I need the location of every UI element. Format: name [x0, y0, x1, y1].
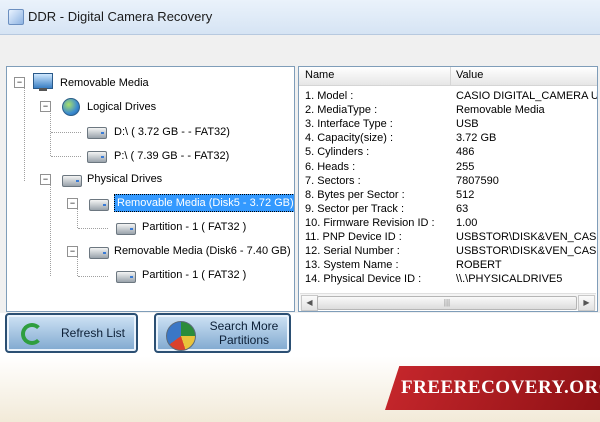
table-row[interactable]: 7. Sectors : 7807590 — [299, 174, 597, 188]
tree-node-logical-drives[interactable]: Logical Drives — [87, 99, 156, 115]
property-value: USB — [456, 118, 479, 131]
drive-icon — [89, 199, 109, 211]
property-value: USBSTOR\DISK&VEN_CASIO& — [456, 245, 597, 258]
property-value: ROBERT — [456, 259, 502, 272]
table-row[interactable]: 11. PNP Device ID : USBSTOR\DISK&VEN_CASI… — [299, 230, 597, 244]
scroll-right-button[interactable]: ▶ — [578, 295, 595, 311]
property-name: 9. Sector per Track : — [305, 202, 405, 215]
tree-line — [24, 86, 25, 181]
tree-node-disk5[interactable]: Removable Media (Disk5 - 3.72 GB) — [114, 194, 294, 212]
property-value: 63 — [456, 202, 469, 215]
column-divider[interactable] — [450, 67, 451, 85]
table-row[interactable]: 10. Firmware Revision ID : 1.00 — [299, 216, 597, 230]
table-row[interactable]: 2. MediaType : Removable Media — [299, 103, 597, 117]
collapse-toggle[interactable]: − — [67, 198, 78, 209]
tree-line — [78, 228, 108, 229]
collapse-toggle[interactable]: − — [40, 101, 51, 112]
search-more-partitions-button[interactable]: Search More Partitions — [154, 313, 291, 353]
table-row[interactable]: 12. Serial Number : USBSTOR\DISK&VEN_CASI… — [299, 244, 597, 258]
scroll-left-button[interactable]: ◀ — [301, 295, 318, 311]
refresh-icon — [21, 323, 43, 345]
collapse-toggle[interactable]: − — [67, 246, 78, 257]
property-name: 13. System Name : — [305, 259, 399, 272]
tree-line — [51, 156, 81, 157]
table-row[interactable]: 14. Physical Device ID : \\.\PHYSICALDRIV… — [299, 272, 597, 286]
table-row[interactable]: 5. Cylinders : 486 — [299, 145, 597, 159]
property-value: 486 — [456, 146, 475, 159]
property-name: 8. Bytes per Sector : — [305, 188, 405, 201]
tree-node-disk6[interactable]: Removable Media (Disk6 - 7.40 GB) — [114, 243, 291, 259]
property-name: 1. Model : — [305, 90, 354, 102]
window-title: DDR - Digital Camera Recovery — [28, 9, 213, 24]
tree-line — [77, 207, 78, 228]
property-value: 7807590 — [456, 174, 499, 187]
drive-icon — [89, 247, 109, 259]
table-row[interactable]: 13. System Name : ROBERT — [299, 258, 597, 272]
property-name: 10. Firmware Revision ID : — [305, 216, 435, 229]
drive-icon — [116, 223, 136, 235]
toolbar — [0, 35, 600, 64]
app-icon — [8, 9, 24, 25]
tree-node-disk5-partition[interactable]: Partition - 1 ( FAT32 ) — [142, 219, 246, 235]
table-row[interactable]: 9. Sector per Track : 63 — [299, 202, 597, 216]
drive-icon — [116, 271, 136, 283]
logical-drives-icon — [62, 98, 80, 116]
drive-tree[interactable]: − Removable Media − Logical Drives D:\ (… — [6, 66, 295, 312]
collapse-toggle[interactable]: − — [14, 77, 25, 88]
tree-node-physical-drives[interactable]: Physical Drives — [87, 171, 162, 187]
property-name: 14. Physical Device ID : — [305, 273, 422, 286]
table-row[interactable]: 1. Model : CASIO DIGITAL_CAMERA USI — [299, 89, 597, 103]
property-value: \\.\PHYSICALDRIVE5 — [456, 273, 563, 286]
property-name: 5. Cylinders : — [305, 146, 370, 159]
collapse-toggle[interactable]: − — [40, 174, 51, 185]
property-value: 3.72 GB — [456, 132, 497, 145]
property-value: 512 — [456, 188, 475, 201]
properties-table[interactable]: Name Value 1. Model : CASIO DIGITAL_CAMER… — [298, 66, 598, 312]
tree-node-removable-media[interactable]: Removable Media — [60, 75, 149, 91]
horizontal-scrollbar[interactable]: ◀ ||| ▶ — [300, 293, 596, 311]
table-row[interactable]: 4. Capacity(size) : 3.72 GB — [299, 131, 597, 145]
title-bar: DDR - Digital Camera Recovery — [0, 0, 600, 35]
refresh-list-label: Refresh List — [60, 326, 126, 340]
tree-node-drive-p[interactable]: P:\ ( 7.39 GB - - FAT32) — [114, 148, 229, 164]
search-partitions-icon — [166, 321, 196, 351]
table-row[interactable]: 8. Bytes per Sector : 512 — [299, 188, 597, 202]
tree-line — [77, 256, 78, 276]
physical-drives-icon — [62, 175, 82, 187]
search-label-line2: Partitions — [218, 333, 270, 347]
property-value: CASIO DIGITAL_CAMERA USI — [456, 90, 598, 102]
column-header-name[interactable]: Name — [305, 69, 334, 81]
main-panel: − Removable Media − Logical Drives D:\ (… — [0, 63, 600, 313]
property-name: 2. MediaType : — [305, 104, 378, 117]
search-label-line1: Search More — [209, 319, 279, 333]
tree-line — [78, 276, 108, 277]
tree-node-drive-d[interactable]: D:\ ( 3.72 GB - - FAT32) — [114, 124, 230, 140]
scrollbar-thumb[interactable]: ||| — [317, 296, 577, 310]
brand-text: FREERECOVERY.ORG — [401, 377, 600, 398]
property-name: 4. Capacity(size) : — [305, 132, 394, 145]
drive-icon — [87, 151, 107, 163]
table-row[interactable]: 3. Interface Type : USB — [299, 117, 597, 131]
tree-line — [50, 183, 51, 276]
tree-line — [50, 110, 51, 156]
property-value: Removable Media — [456, 104, 545, 117]
table-row[interactable]: 6. Heads : 255 — [299, 160, 597, 174]
property-value: 1.00 — [456, 216, 478, 229]
property-value: 255 — [456, 160, 475, 173]
table-header: Name Value — [299, 67, 597, 86]
property-name: 3. Interface Type : — [305, 118, 393, 131]
property-name: 7. Sectors : — [305, 174, 361, 187]
tree-line — [51, 132, 81, 133]
property-name: 12. Serial Number : — [305, 245, 400, 258]
property-name: 11. PNP Device ID : — [305, 231, 402, 243]
drive-icon — [87, 127, 107, 139]
property-value: USBSTOR\DISK&VEN_CASIO& — [456, 231, 597, 243]
tree-node-disk6-partition[interactable]: Partition - 1 ( FAT32 ) — [142, 267, 246, 283]
property-name: 6. Heads : — [305, 160, 356, 173]
column-header-value[interactable]: Value — [456, 69, 483, 81]
refresh-list-button[interactable]: Refresh List — [5, 313, 138, 353]
removable-media-icon — [33, 73, 53, 91]
